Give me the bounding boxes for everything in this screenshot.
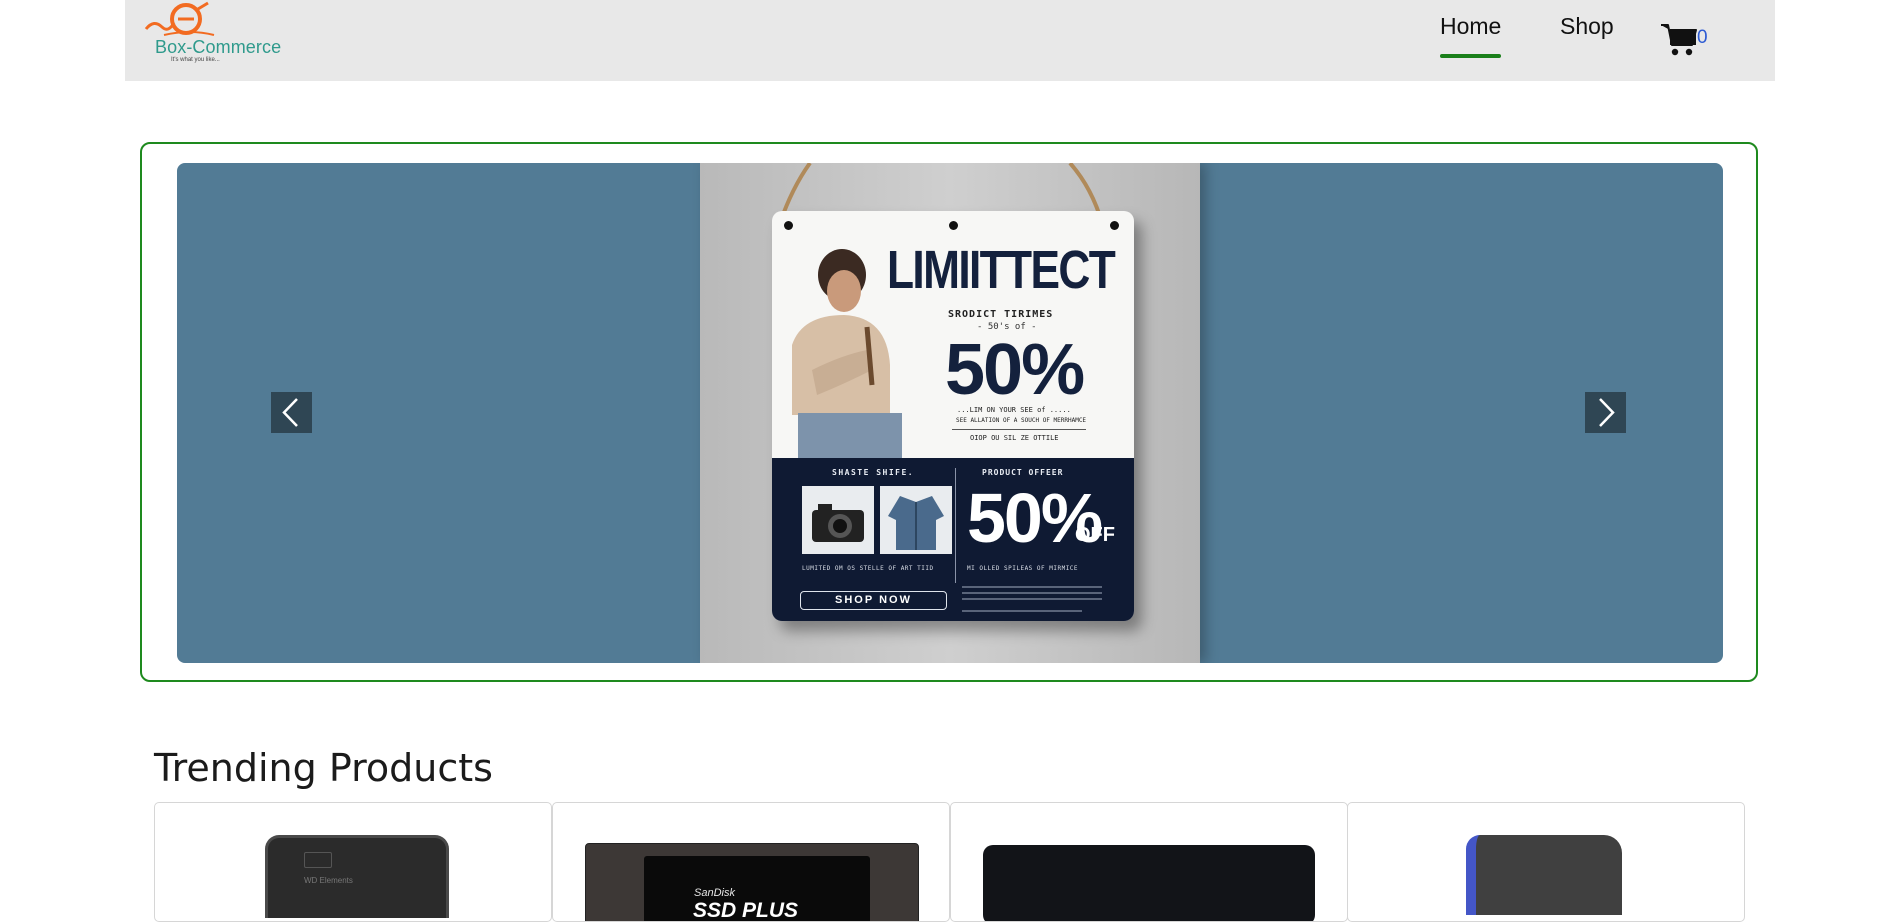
panel-title: PRODUCT OFFEER: [982, 468, 1064, 477]
slide-discount: 50%: [945, 330, 1085, 410]
panel-footnote: LUMITED OM OS STELLE OF ART TIID: [802, 565, 934, 572]
brand-logo-icon: [304, 852, 332, 868]
slide-subheading: SRODICT TIRIMES: [948, 309, 1054, 320]
product-brand-text: WD Elements: [304, 876, 353, 885]
product-image: WD Elements: [265, 835, 449, 918]
product-image: [1466, 835, 1622, 915]
active-nav-indicator: [1440, 54, 1501, 58]
fine-print: [962, 586, 1102, 588]
product-card[interactable]: WD Elements: [154, 802, 552, 922]
logo-tagline: It's what you like...: [171, 57, 220, 63]
divider: [955, 468, 956, 583]
product-card[interactable]: [1347, 802, 1745, 922]
shopping-cart-icon: [1661, 24, 1697, 56]
divider: [952, 429, 1086, 430]
fine-print: [962, 592, 1102, 594]
product-line-text: SSD PLUS: [693, 899, 799, 922]
sign-offer-panel: SHASTE SHIFE. PRODUCT OFFEER 50% OFF LUM…: [772, 458, 1134, 621]
panel-title: SHASTE SHIFE.: [832, 468, 915, 477]
sale-sign: LIMIITTECT SRODICT TIRIMES - 50's of - 5…: [772, 211, 1134, 621]
product-image: [983, 845, 1315, 921]
fine-print: [962, 598, 1102, 600]
product-brand-text: SanDisk: [694, 887, 735, 899]
sign-hole: [1110, 221, 1119, 230]
slide-text-line: OIOP OU SIL ZE OTTILE: [970, 434, 1059, 442]
panel-off-label: OFF: [1075, 524, 1115, 546]
camera-thumbnail: [802, 486, 874, 554]
model-photo: [792, 249, 902, 465]
fine-print: [962, 610, 1082, 612]
shop-now-button: SHOP NOW: [800, 591, 947, 610]
cart-count: 0: [1697, 27, 1708, 48]
jacket-icon: [888, 496, 944, 550]
navbar: Box-Commerce It's what you like... Home …: [125, 0, 1775, 81]
carousel-slide[interactable]: LIMIITTECT SRODICT TIRIMES - 50's of - 5…: [177, 163, 1723, 663]
slide-text-line: SEE ALLATION OF A SOUCH OF MERRHAMCE: [956, 417, 1087, 424]
camera-icon: [812, 504, 864, 542]
chevron-left-icon: [282, 398, 298, 427]
product-card[interactable]: SanDisk SSD PLUS: [552, 802, 950, 922]
panel-footnote: MI OLLED SPILEAS OF MIRMICE: [967, 565, 1079, 572]
section-title: Trending Products: [154, 746, 493, 790]
logo-text: Box-Commerce: [155, 37, 282, 57]
jacket-thumbnail: [880, 486, 952, 554]
slide-text-line: ...LIM ON YOUR SEE of .....: [957, 406, 1071, 414]
slide-headline: LIMIITTECT: [887, 240, 1116, 300]
sign-hole: [784, 221, 793, 230]
nav-home-link[interactable]: Home: [1440, 13, 1501, 40]
nav-shop-link[interactable]: Shop: [1560, 13, 1614, 40]
brand-logo[interactable]: Box-Commerce It's what you like...: [140, 1, 281, 65]
carousel-next-button[interactable]: [1585, 392, 1626, 433]
chevron-right-icon: [1599, 398, 1615, 427]
product-card[interactable]: [950, 802, 1348, 922]
sign-hole: [949, 221, 958, 230]
cart-button[interactable]: 0: [1660, 21, 1720, 57]
carousel-prev-button[interactable]: [271, 392, 312, 433]
logo-mark-icon: [144, 1, 215, 36]
